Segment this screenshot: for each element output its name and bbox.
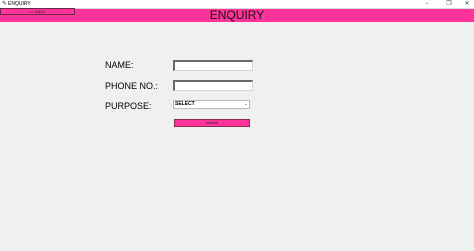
purpose-select[interactable]: SELECT ⌄ [173,100,250,109]
back-button[interactable]: << BACK [0,8,75,15]
submit-button[interactable]: submit [174,119,250,127]
purpose-label: PURPOSE: [105,101,152,111]
close-button[interactable]: ✕ [458,0,474,8]
window-title: ENQUIRY [8,1,31,7]
phone-input[interactable] [173,80,253,91]
maximize-button[interactable]: ❐ [440,0,458,8]
purpose-select-value: SELECT [175,101,195,107]
name-input[interactable] [173,60,253,71]
name-label: NAME: [105,60,134,70]
minimize-button[interactable]: – [418,0,436,8]
feather-icon: ✎ [2,0,8,7]
phone-label: PHONE NO.: [105,81,159,91]
chevron-down-icon: ⌄ [243,101,248,107]
